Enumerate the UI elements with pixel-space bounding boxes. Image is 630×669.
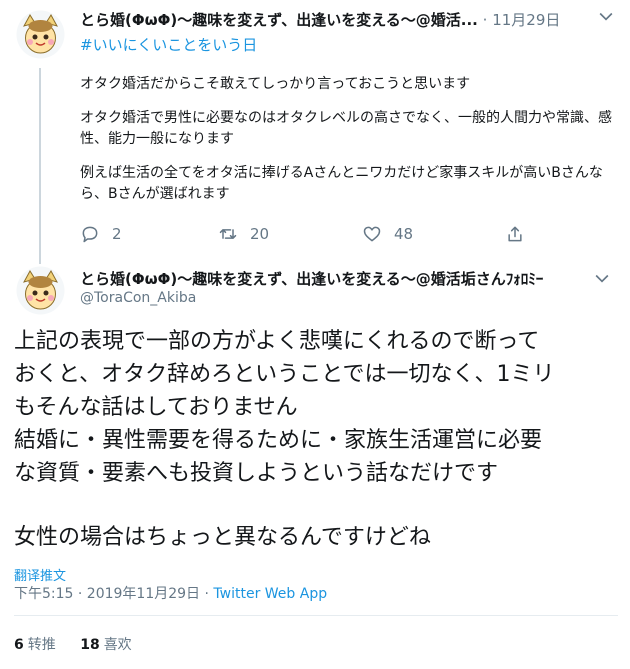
tweet-paragraph: 例えば生活の全てをオタ活に捧げるAさんとニワカだけど家事スキルが高いBさんなら、… — [80, 165, 603, 202]
hashtag-link[interactable]: #いいにくいことをいう日 — [80, 34, 257, 55]
avatar[interactable] — [16, 266, 65, 315]
chevron-down-icon[interactable] — [592, 268, 612, 288]
tweet-body: 上記の表現で一部の方がよく悲嘆にくれるので断って おくと、オタク辞めろということ… — [14, 325, 618, 554]
likes-label: 喜欢 — [103, 637, 132, 653]
tweet-timestamp[interactable]: 下午5:15 · 2019年11月29日 · — [14, 586, 213, 602]
reply-count: 2 — [112, 225, 122, 243]
tweet-line: 結婚に・異性需要を得るために・家族生活運営に必要 — [14, 428, 543, 453]
avatar[interactable] — [16, 10, 65, 59]
display-name[interactable]: とら婚(ΦωΦ)～趣味を変えず、出逢いを変える～@婚活... — [80, 11, 478, 29]
retweet-button[interactable]: 20 — [218, 222, 269, 246]
tweet-date[interactable]: 11月29日 — [492, 11, 560, 29]
retweet-icon — [219, 229, 237, 239]
share-icon — [508, 226, 522, 242]
tweet-header: とら婚(ΦωΦ)～趣味を変えず、出逢いを変える～@婚活... · 11月29日 — [80, 10, 620, 30]
retweets-count: 6 — [14, 637, 24, 653]
tweet-line: 女性の場合はちょっと異なるんですけどね — [14, 525, 431, 550]
likes-stat[interactable]: 18 喜欢 — [80, 637, 131, 653]
thread-line — [39, 68, 41, 264]
tweet-line: もそんな話はしておりません — [14, 395, 298, 420]
more-options-icon[interactable] — [596, 6, 616, 30]
heart-icon — [363, 226, 381, 242]
header-separator: · — [482, 11, 488, 29]
display-name[interactable]: とら婚(ΦωΦ)～趣味を変えず、出逢いを変える～@婚活垢さんﾌｫﾛﾐｰ — [80, 268, 543, 289]
retweets-label: 转推 — [27, 637, 56, 653]
reply-button[interactable]: 2 — [80, 222, 122, 246]
tweet-source[interactable]: Twitter Web App — [213, 586, 327, 602]
translate-tweet-link[interactable]: 翻译推文 — [14, 565, 66, 584]
likes-count: 18 — [80, 637, 100, 653]
tweet-paragraph: オタク婚活だからこそ敢えてしっかり言っておこうと思います — [80, 76, 471, 92]
reply-icon — [82, 226, 98, 243]
divider — [14, 615, 618, 616]
tweet-body: オタク婚活だからこそ敢えてしっかり言っておこうと思います オタク婚活で男性に必要… — [80, 74, 625, 218]
user-handle[interactable]: @ToraCon_Akiba — [80, 290, 196, 306]
share-button[interactable] — [505, 222, 537, 246]
tweet-paragraph: オタク婚活で男性に必要なのはオタクレベルの高さでなく、一般的人間力や常識、感性、… — [80, 110, 612, 147]
tweet-stats: 6 转推 18 喜欢 — [14, 634, 132, 654]
like-button[interactable]: 48 — [362, 222, 413, 246]
tweet-meta: 下午5:15 · 2019年11月29日 · Twitter Web App — [14, 583, 327, 603]
retweets-stat[interactable]: 6 转推 — [14, 637, 56, 653]
retweet-count: 20 — [250, 225, 270, 243]
like-count: 48 — [394, 225, 414, 243]
tweet-line: 上記の表現で一部の方がよく悲嘆にくれるので断って — [14, 329, 540, 354]
tweet-line: おくと、オタク辞めろということでは一切なく、1ミリ — [14, 362, 555, 387]
tweet-line: な資質・要素へも投資しようという話なだけです — [14, 461, 499, 486]
